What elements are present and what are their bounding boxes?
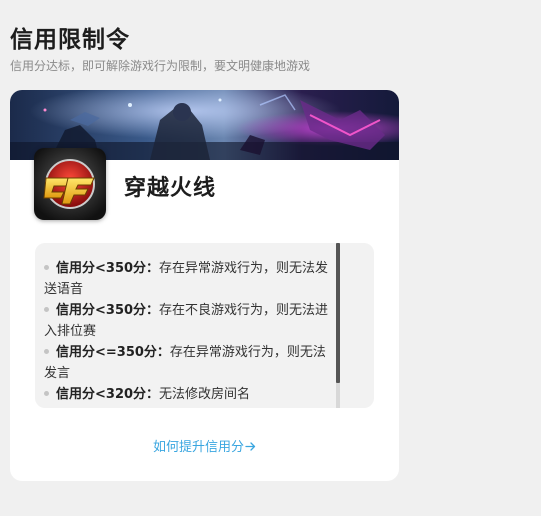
game-logo-icon	[34, 148, 106, 220]
bullet-dot-icon	[44, 265, 49, 270]
rule-item: 信用分<320分：无法修改房间名	[44, 384, 336, 405]
game-card: 穿越火线 信用分<350分：存在异常游戏行为，则无法发送语音 信用分<350分：…	[10, 90, 399, 481]
bullet-dot-icon	[44, 349, 49, 354]
page-title: 信用限制令	[10, 27, 130, 53]
rule-threshold: 信用分<350分：	[56, 303, 160, 318]
rules-scroll-panel[interactable]: 信用分<350分：存在异常游戏行为，则无法发送语音 信用分<350分：存在不良游…	[35, 243, 374, 408]
bullet-dot-icon	[44, 307, 49, 312]
rule-threshold: 信用分<350分：	[56, 261, 160, 276]
page-subtitle: 信用分达标，即可解除游戏行为限制，要文明健康地游戏	[10, 59, 311, 73]
rule-threshold: 信用分<320分：	[56, 387, 160, 402]
rules-list: 信用分<350分：存在异常游戏行为，则无法发送语音 信用分<350分：存在不良游…	[44, 258, 336, 405]
scrollbar-thumb[interactable]	[336, 243, 340, 383]
bullet-dot-icon	[44, 391, 49, 396]
improve-credit-label: 如何提升信用分	[152, 440, 244, 455]
rule-item: 信用分<=350分：存在异常游戏行为，则无法发言	[44, 342, 336, 384]
game-name: 穿越火线	[124, 176, 217, 201]
arrow-right-icon	[245, 440, 256, 455]
rule-item: 信用分<350分：存在不良游戏行为，则无法进入排位赛	[44, 300, 336, 342]
rule-item: 信用分<350分：存在异常游戏行为，则无法发送语音	[44, 258, 336, 300]
rule-description: 无法修改房间名	[159, 387, 251, 402]
improve-credit-link[interactable]: 如何提升信用分	[10, 436, 399, 455]
credit-restriction-page: 信用限制令 信用分达标，即可解除游戏行为限制，要文明健康地游戏 穿越火线 信用分…	[0, 0, 541, 516]
rule-threshold: 信用分<=350分：	[56, 345, 170, 360]
